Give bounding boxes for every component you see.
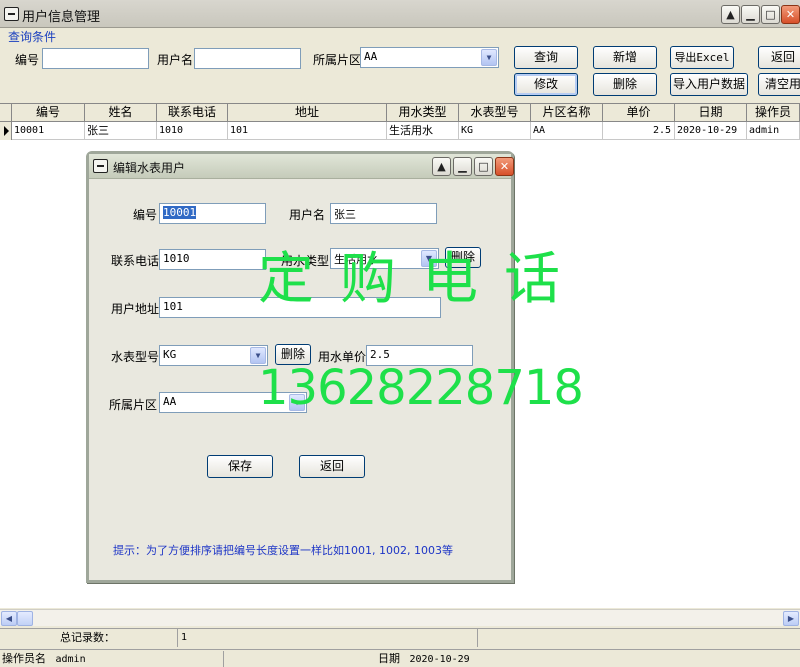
dialog-username-label: 用户名 xyxy=(289,208,326,222)
dialog-address-label: 用户地址 xyxy=(111,302,160,316)
cell-price[interactable]: 2.5 xyxy=(603,122,675,140)
status-date-value: 2020-10-29 xyxy=(409,654,470,665)
row-selector-icon[interactable] xyxy=(0,122,12,140)
query-id-input[interactable] xyxy=(42,48,149,69)
dialog-meter-label: 水表型号 xyxy=(111,350,160,364)
dialog-maximize-icon[interactable]: □ xyxy=(474,157,493,176)
query-username-label: 用户名 xyxy=(157,53,194,67)
total-records-value: 1 xyxy=(178,629,478,647)
dialog-id-input[interactable]: 10001 xyxy=(159,203,266,224)
status-date: 日期 2020-10-29 xyxy=(224,651,800,667)
cell-water-type[interactable]: 生活用水 xyxy=(387,122,459,140)
clear-button[interactable]: 清空用 xyxy=(758,73,800,96)
status-date-label: 日期 xyxy=(378,652,400,665)
dialog-district-value: AA xyxy=(163,395,177,408)
dialog-phone-label: 联系电话 xyxy=(111,254,160,268)
dialog-system-menu-icon[interactable] xyxy=(93,159,108,173)
cell-address[interactable]: 101 xyxy=(228,122,387,140)
scroll-left-icon[interactable]: ◀ xyxy=(1,611,17,626)
col-header-district[interactable]: 片区名称 xyxy=(531,104,603,122)
col-header-meter-model[interactable]: 水表型号 xyxy=(459,104,531,122)
col-header-water-type[interactable]: 用水类型 xyxy=(387,104,459,122)
row-indicator-header xyxy=(0,104,12,122)
dialog-back-button[interactable]: 返回 xyxy=(299,455,365,478)
cell-date[interactable]: 2020-10-29 xyxy=(675,122,747,140)
back-button[interactable]: 返回 xyxy=(758,46,800,69)
query-district-label: 所属片区 xyxy=(313,53,362,67)
col-header-address[interactable]: 地址 xyxy=(228,104,387,122)
dialog-title: 编辑水表用户 xyxy=(113,161,186,175)
add-button[interactable]: 新增 xyxy=(593,46,657,69)
dialog-username-input[interactable]: 张三 xyxy=(330,203,437,224)
dialog-district-label: 所属片区 xyxy=(109,398,158,412)
dialog-meter-select[interactable]: KG ▼ xyxy=(159,345,268,366)
col-header-price[interactable]: 单价 xyxy=(603,104,675,122)
dialog-meter-value: KG xyxy=(163,348,177,361)
cell-name[interactable]: 张三 xyxy=(85,122,157,140)
close-icon[interactable]: ✕ xyxy=(781,5,800,24)
edit-button[interactable]: 修改 xyxy=(514,73,578,96)
col-header-phone[interactable]: 联系电话 xyxy=(157,104,228,122)
maximize-icon[interactable]: □ xyxy=(761,5,780,24)
dialog-phone-input[interactable]: 1010 xyxy=(159,249,266,270)
delete-button[interactable]: 删除 xyxy=(593,73,657,96)
scroll-right-icon[interactable]: ▶ xyxy=(783,611,799,626)
save-button[interactable]: 保存 xyxy=(207,455,273,478)
watermark-line2: 13628228718 xyxy=(258,360,584,416)
dialog-close-icon[interactable]: ✕ xyxy=(495,157,514,176)
grid-header: 编号 姓名 联系电话 地址 用水类型 水表型号 片区名称 单价 日期 操作员 xyxy=(0,104,800,122)
total-records-label: 总记录数： xyxy=(0,629,178,647)
dialog-titlebar[interactable]: 编辑水表用户 ▲ ▁ □ ✕ xyxy=(89,154,514,179)
window-title: 用户信息管理 xyxy=(22,10,101,25)
dialog-minimize-icon[interactable]: ▁ xyxy=(453,157,472,176)
cell-operator[interactable]: admin xyxy=(747,122,800,140)
minimize-icon[interactable]: ▁ xyxy=(741,5,760,24)
query-button[interactable]: 查询 xyxy=(514,46,578,69)
main-titlebar: 用户信息管理 ▲ ▁ □ ✕ xyxy=(0,0,800,28)
cell-district[interactable]: AA xyxy=(531,122,603,140)
watermark-line1: 定购电话 xyxy=(258,247,586,312)
col-header-name[interactable]: 姓名 xyxy=(85,104,157,122)
cell-id[interactable]: 10001 xyxy=(12,122,85,140)
dialog-help-icon[interactable]: ▲ xyxy=(432,157,451,176)
import-users-button[interactable]: 导入用户数据 xyxy=(670,73,748,96)
cell-meter-model[interactable]: KG xyxy=(459,122,531,140)
query-district-select[interactable]: AA ▼ xyxy=(360,47,499,68)
col-header-id[interactable]: 编号 xyxy=(12,104,85,122)
export-excel-button[interactable]: 导出Excel xyxy=(670,46,734,69)
status-operator-value: admin xyxy=(55,654,86,665)
query-username-input[interactable] xyxy=(194,48,301,69)
query-id-label: 编号 xyxy=(15,53,40,67)
help-icon[interactable]: ▲ xyxy=(721,5,740,24)
dialog-id-label: 编号 xyxy=(133,208,158,222)
table-row[interactable]: 10001 张三 1010 101 生活用水 KG AA 2.5 2020-10… xyxy=(0,122,800,140)
dialog-id-value: 10001 xyxy=(163,206,197,219)
cell-phone[interactable]: 1010 xyxy=(157,122,228,140)
system-menu-icon[interactable] xyxy=(4,7,19,21)
query-group-label: 查询条件 xyxy=(8,30,57,44)
chevron-down-icon[interactable]: ▼ xyxy=(481,49,497,66)
col-header-operator[interactable]: 操作员 xyxy=(747,104,800,122)
summary-row: 总记录数： 1 xyxy=(0,628,800,647)
col-header-date[interactable]: 日期 xyxy=(675,104,747,122)
scroll-thumb[interactable] xyxy=(17,611,33,626)
status-bar: 操作员名 admin 日期 2020-10-29 xyxy=(0,649,800,667)
horizontal-scrollbar[interactable]: ◀ ▶ xyxy=(0,609,800,626)
query-district-value: AA xyxy=(364,50,378,63)
dialog-hint-text: 提示：为了方便排序请把编号长度设置一样比如1001, 1002, 1003等 xyxy=(113,544,453,557)
status-operator: 操作员名 admin xyxy=(0,651,224,667)
status-operator-label: 操作员名 xyxy=(2,652,46,665)
